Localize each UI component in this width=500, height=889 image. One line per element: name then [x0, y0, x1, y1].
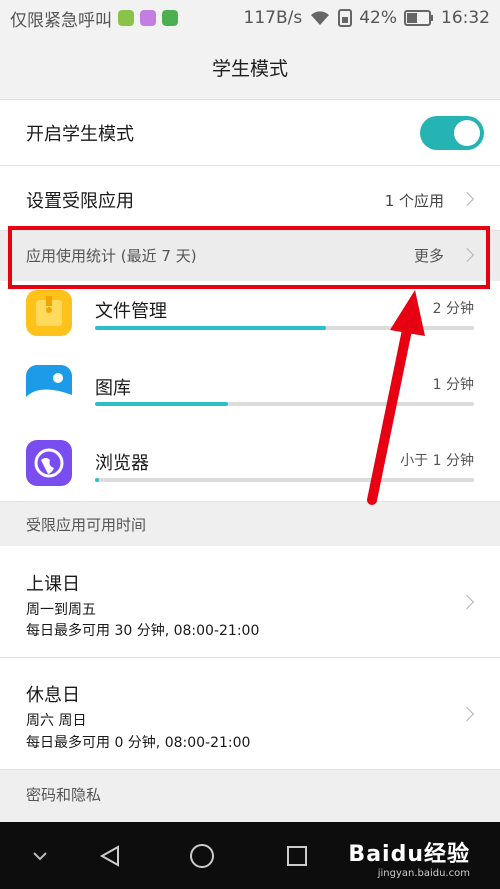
- chevron-right-icon: [459, 191, 475, 207]
- schedule-title: 上课日: [26, 574, 80, 595]
- app-name: 文件管理: [95, 301, 167, 322]
- restricted-apps-row[interactable]: 设置受限应用 1 个应用: [0, 166, 500, 231]
- chevron-right-icon: [459, 706, 475, 722]
- usage-progress-fill: [95, 326, 327, 330]
- page-title: 学生模式: [0, 36, 500, 100]
- browser-icon: [26, 440, 72, 486]
- usage-progress-bar: [95, 326, 474, 330]
- nav-recents-button[interactable]: [275, 822, 319, 889]
- app-usage-row[interactable]: 浏览器 小于 1 分钟: [0, 425, 500, 502]
- notification-wechat-icon: [162, 10, 178, 26]
- app-usage-row[interactable]: 图库 1 分钟: [0, 353, 500, 425]
- file-manager-icon: [26, 290, 72, 336]
- app-time: 小于 1 分钟: [400, 453, 474, 469]
- back-triangle-icon: [99, 844, 119, 867]
- app-time: 1 分钟: [432, 377, 474, 393]
- nav-back-button[interactable]: [88, 822, 132, 889]
- nav-home-button[interactable]: [180, 822, 224, 889]
- usage-progress-bar: [95, 402, 474, 406]
- chevron-down-icon: [33, 851, 47, 860]
- student-mode-row[interactable]: 开启学生模式: [0, 100, 500, 166]
- wifi-icon: [309, 9, 331, 27]
- gallery-icon: [26, 365, 72, 411]
- app-name: 浏览器: [95, 453, 149, 474]
- notification-app-icon: [118, 10, 134, 26]
- schedule-detail: 每日最多可用 30 分钟, 08:00-21:00: [26, 623, 260, 639]
- baidu-watermark: Baidu经验 jingyan.baidu.com: [348, 836, 470, 879]
- usage-stats-label: 应用使用统计 (最近 7 天): [26, 247, 197, 265]
- student-mode-label: 开启学生模式: [26, 124, 134, 145]
- restricted-apps-count: 1 个应用: [384, 192, 444, 210]
- home-circle-icon: [190, 843, 214, 868]
- usage-progress-fill: [95, 478, 99, 482]
- baidu-logo: Baidu经验: [348, 842, 470, 867]
- available-time-header: 受限应用可用时间: [0, 502, 500, 546]
- password-privacy-header: 密码和隐私: [0, 770, 500, 822]
- schedule-row-weekday[interactable]: 上课日 周一到周五 每日最多可用 30 分钟, 08:00-21:00: [0, 546, 500, 658]
- password-privacy-label: 密码和隐私: [26, 786, 102, 804]
- app-time: 2 分钟: [432, 301, 474, 317]
- clock: 16:32: [441, 8, 490, 28]
- recents-square-icon: [287, 845, 307, 866]
- toggle-knob: [454, 120, 480, 146]
- network-speed: 117B/s: [243, 8, 303, 28]
- chevron-right-icon: [459, 247, 475, 263]
- usage-progress-fill: [95, 402, 228, 406]
- student-mode-toggle[interactable]: [420, 116, 484, 150]
- carrier-text: 仅限紧急呼叫: [10, 10, 112, 31]
- schedule-title: 休息日: [26, 685, 80, 706]
- usage-stats-header[interactable]: 应用使用统计 (最近 7 天) 更多: [0, 231, 500, 281]
- app-name: 图库: [95, 378, 131, 399]
- schedule-row-weekend[interactable]: 休息日 周六 周日 每日最多可用 0 分钟, 08:00-21:00: [0, 658, 500, 770]
- usage-progress-bar: [95, 478, 474, 482]
- battery-percent: 42%: [359, 8, 397, 28]
- available-time-label: 受限应用可用时间: [26, 516, 147, 534]
- app-usage-row[interactable]: 文件管理 2 分钟: [0, 281, 500, 353]
- schedule-detail: 每日最多可用 0 分钟, 08:00-21:00: [26, 735, 251, 751]
- schedule-days: 周六 周日: [26, 713, 87, 729]
- restricted-apps-label: 设置受限应用: [26, 191, 134, 212]
- nav-hide-button[interactable]: [20, 822, 60, 889]
- baidu-url: jingyan.baidu.com: [377, 868, 470, 879]
- status-bar: 仅限紧急呼叫 117B/s 42% 16:32: [0, 0, 500, 36]
- usage-stats-more[interactable]: 更多: [414, 245, 444, 266]
- schedule-days: 周一到周五: [26, 602, 96, 618]
- battery-icon: [404, 10, 434, 26]
- sim-icon: [338, 9, 353, 27]
- chevron-right-icon: [459, 594, 475, 610]
- notification-gallery-icon: [140, 10, 156, 26]
